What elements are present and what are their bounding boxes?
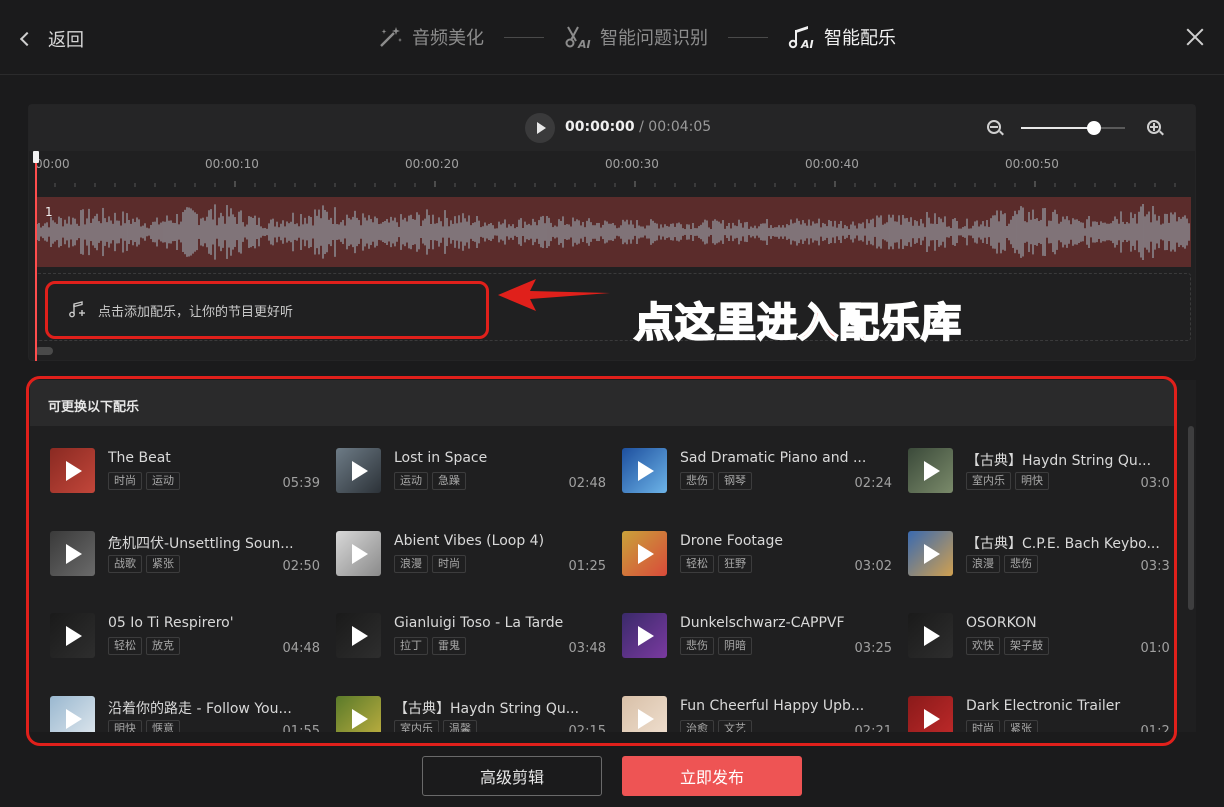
step-audio-beautify[interactable]: 音频美化 bbox=[376, 24, 484, 50]
step-label: 智能问题识别 bbox=[600, 28, 708, 49]
play-button[interactable] bbox=[525, 113, 555, 143]
back-button[interactable]: 返回 bbox=[19, 26, 84, 52]
step-divider bbox=[728, 36, 768, 38]
zoom-slider-thumb[interactable] bbox=[1086, 121, 1101, 135]
horizontal-scrollbar[interactable] bbox=[35, 347, 53, 355]
chevron-left-icon bbox=[19, 31, 35, 47]
zoom-slider[interactable] bbox=[1021, 121, 1125, 135]
step-label: 音频美化 bbox=[412, 28, 484, 49]
ruler-tick-label: 00:00:20 bbox=[405, 157, 459, 171]
magic-wand-icon bbox=[380, 27, 402, 47]
advanced-edit-button[interactable]: 高级剪辑 bbox=[422, 756, 602, 796]
waveform bbox=[36, 204, 1190, 260]
publish-button[interactable]: 立即发布 bbox=[622, 756, 802, 796]
zoom-in-icon[interactable] bbox=[1147, 120, 1164, 136]
ruler-tick-label: 00:00 bbox=[35, 157, 70, 171]
back-label: 返回 bbox=[48, 30, 84, 51]
ruler-tick-label: 00:00:10 bbox=[205, 157, 259, 171]
add-music-button[interactable]: 点击添加配乐，让你的节目更好听 bbox=[45, 281, 489, 339]
ruler-tick-label: 00:00:40 bbox=[805, 157, 859, 171]
ruler-tick-label: 00:00:30 bbox=[605, 157, 659, 171]
arrow-left-icon bbox=[498, 279, 610, 311]
audio-editor: 00:00:00 / 00:04:05 00:00 00:00:10 00:00:2… bbox=[28, 104, 1196, 361]
annotation-callout: 点这里进入配乐库 bbox=[633, 299, 962, 347]
ruler-ticks bbox=[35, 181, 1176, 187]
svg-text:AI: AI bbox=[577, 38, 591, 50]
total-time: 00:04:05 bbox=[648, 119, 712, 135]
timeline-ruler[interactable]: 00:00 00:00:10 00:00:20 00:00:30 00:00:40 00:… bbox=[35, 151, 1191, 195]
time-display: 00:00:00 / 00:04:05 bbox=[565, 119, 711, 135]
vertical-scrollbar[interactable] bbox=[1188, 426, 1194, 610]
step-label: 智能配乐 bbox=[824, 28, 896, 49]
zoom-out-icon[interactable] bbox=[987, 120, 1004, 136]
step-smart-music[interactable]: AI 智能配乐 bbox=[788, 24, 896, 50]
step-smart-detect[interactable]: AI 智能问题识别 bbox=[564, 24, 708, 50]
time-separator: / bbox=[634, 119, 649, 135]
voice-track[interactable]: 1 bbox=[35, 197, 1191, 267]
transport-bar: 00:00:00 / 00:04:05 bbox=[29, 105, 1195, 151]
step-divider bbox=[504, 36, 544, 38]
ai-scissors-icon: AI bbox=[565, 26, 591, 50]
track-number: 1 bbox=[45, 205, 53, 219]
svg-text:AI: AI bbox=[800, 38, 814, 50]
library-highlight-frame bbox=[26, 376, 1177, 746]
ruler-tick-label: 00:00:50 bbox=[1005, 157, 1059, 171]
current-time: 00:00:00 bbox=[565, 119, 635, 135]
top-bar: 返回 音频美化 AI 智能问题识别 AI 智能配乐 bbox=[0, 0, 1224, 75]
playhead[interactable] bbox=[33, 151, 39, 361]
ai-music-icon: AI bbox=[788, 26, 814, 50]
zoom-slider-fill bbox=[1021, 127, 1094, 129]
step-indicator: 音频美化 AI 智能问题识别 AI 智能配乐 bbox=[376, 24, 896, 50]
add-music-label: 点击添加配乐，让你的节目更好听 bbox=[98, 304, 294, 320]
music-add-icon bbox=[69, 301, 85, 318]
close-icon[interactable] bbox=[1186, 28, 1204, 46]
